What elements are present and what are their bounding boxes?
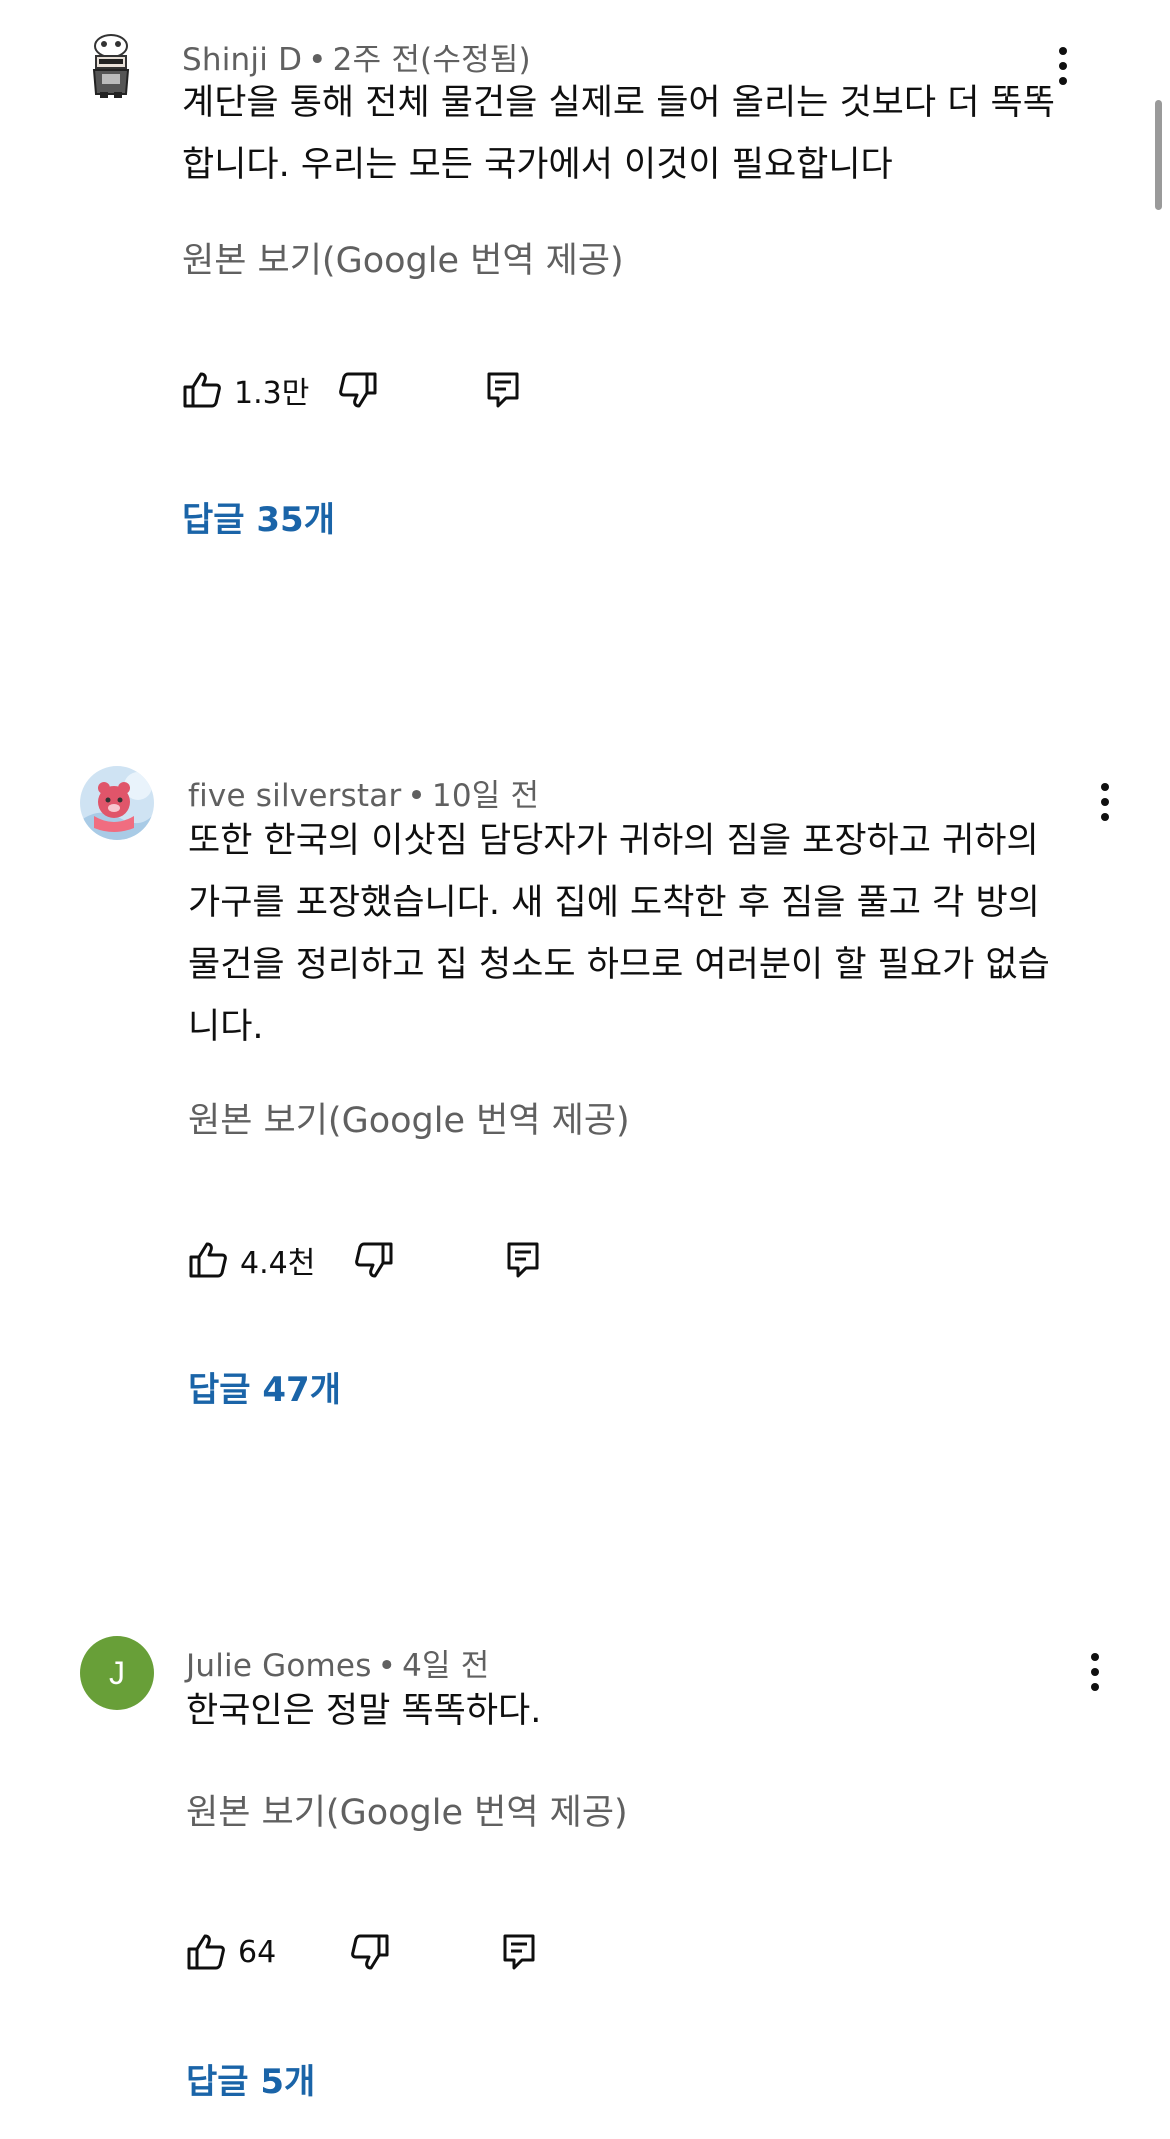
avatar[interactable]: J	[80, 1636, 154, 1710]
comment-text: 한국인은 정말 똑똑하다.	[186, 1691, 542, 1731]
meta-separator: •	[377, 1648, 397, 1684]
see-original-link[interactable]: 원본 보기(Google 번역 제공)	[182, 232, 624, 283]
author-name[interactable]: five silverstar	[188, 778, 401, 814]
comment-actions: 1.3만	[182, 360, 682, 420]
comment-icon	[503, 1934, 535, 1970]
reply-button[interactable]	[486, 360, 520, 420]
comment-text: 또한 한국의 이삿짐 담당자가 귀하의 짐을 포장하고 귀하의 가구를 포장했습…	[188, 821, 1050, 1047]
like-count: 1.3만	[234, 376, 310, 411]
avatar-image	[80, 766, 154, 840]
thumbs-down-icon	[339, 372, 377, 408]
view-replies-button[interactable]: 답글 47개	[188, 1362, 341, 1411]
comment-text: 계단을 통해 전체 물건을 실제로 들어 올리는 것보다 더 똑똑 합니다. 우…	[182, 83, 1055, 185]
meta-separator: •	[407, 778, 426, 814]
dislike-button[interactable]	[350, 1922, 390, 1982]
like-button[interactable]: 64	[186, 1922, 276, 1982]
reply-button[interactable]	[506, 1230, 540, 1290]
comment-meta: five silverstar • 10일 전	[188, 770, 539, 815]
author-name[interactable]: Julie Gomes	[186, 1648, 372, 1684]
comment-actions: 64	[186, 1922, 686, 1982]
like-count: 4.4천	[240, 1246, 316, 1281]
like-button[interactable]: 4.4천	[188, 1230, 315, 1290]
see-original-link[interactable]: 원본 보기(Google 번역 제공)	[188, 1092, 630, 1143]
scrollbar[interactable]	[1155, 100, 1162, 210]
view-replies-button[interactable]: 답글 5개	[186, 2054, 315, 2103]
comment-icon	[507, 1242, 539, 1278]
comment-time[interactable]: 4일 전	[402, 1648, 489, 1684]
thumbs-up-icon	[183, 372, 221, 408]
thumbs-up-icon	[189, 1242, 227, 1278]
view-replies-button[interactable]: 답글 35개	[182, 492, 335, 541]
like-count: 64	[238, 1934, 277, 1970]
see-original-link[interactable]: 원본 보기(Google 번역 제공)	[186, 1784, 628, 1835]
avatar[interactable]	[80, 766, 154, 840]
avatar[interactable]	[82, 34, 140, 100]
comment-time[interactable]: 10일 전	[432, 778, 539, 814]
reply-button[interactable]	[502, 1922, 536, 1982]
comment-icon	[487, 372, 519, 408]
comment-actions: 4.4천	[188, 1230, 708, 1290]
thumbs-down-icon	[355, 1242, 393, 1278]
dislike-button[interactable]	[338, 360, 378, 420]
avatar-character-icon	[92, 34, 130, 98]
comment-meta: Julie Gomes • 4일 전	[186, 1640, 489, 1685]
thumbs-down-icon	[351, 1934, 389, 1970]
thumbs-up-icon	[187, 1934, 225, 1970]
dislike-button[interactable]	[354, 1230, 394, 1290]
like-button[interactable]: 1.3만	[182, 360, 309, 420]
